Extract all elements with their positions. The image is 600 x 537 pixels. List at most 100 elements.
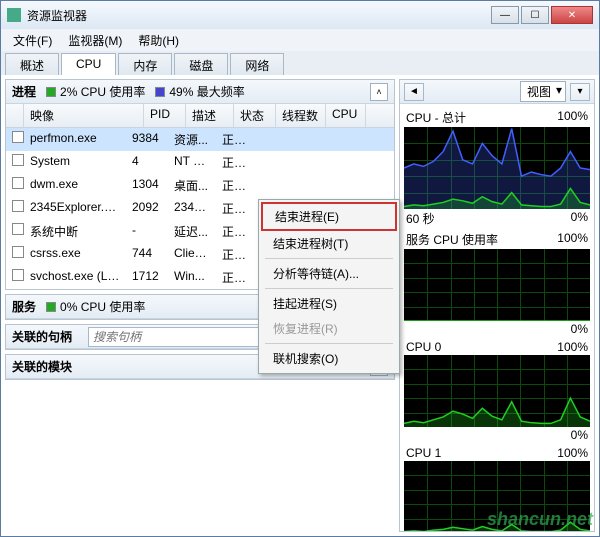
col-threads[interactable]: 线程数 — [276, 104, 326, 127]
tab-cpu[interactable]: CPU — [61, 53, 116, 75]
menu-bar: 文件(F) 监视器(M) 帮助(H) — [1, 29, 599, 51]
modules-title: 关联的模块 — [12, 358, 72, 375]
cell-status: 正在... — [216, 244, 258, 265]
col-status[interactable]: 状态 — [234, 104, 276, 127]
chart-title: 服务 CPU 使用率 — [406, 231, 498, 248]
menu-monitor[interactable]: 监视器(M) — [60, 30, 130, 51]
blue-chip-icon — [155, 87, 165, 97]
title-bar[interactable]: 资源监视器 — ☐ ✕ — [1, 1, 599, 29]
chart-block: CPU - 总计 100% 60 秒 0% — [404, 108, 590, 228]
maximize-button[interactable]: ☐ — [521, 6, 549, 24]
chart-pct: 100% — [557, 446, 588, 460]
chart-pct: 100% — [557, 231, 588, 248]
chart-sub-pct: 0% — [571, 210, 588, 227]
minimize-button[interactable]: — — [491, 6, 519, 24]
cell-desc: Clien... — [168, 244, 216, 265]
chart-block: 服务 CPU 使用率 100% 0% — [404, 230, 590, 337]
chart-pct: 100% — [557, 340, 588, 354]
checkbox[interactable] — [12, 177, 24, 189]
menu-file[interactable]: 文件(F) — [5, 30, 60, 51]
app-window: 资源监视器 — ☐ ✕ 文件(F) 监视器(M) 帮助(H) 概述 CPU 内存… — [0, 0, 600, 537]
menu-help[interactable]: 帮助(H) — [130, 30, 187, 51]
cell-pid: 9384 — [126, 129, 168, 150]
handles-title: 关联的句柄 — [12, 328, 72, 345]
cell-pid: - — [126, 221, 168, 242]
cell-desc: 资源... — [168, 129, 216, 150]
checkbox[interactable] — [12, 131, 24, 143]
chart-sub-pct: 0% — [571, 428, 588, 442]
table-row[interactable]: perfmon.exe 9384 资源... 正在... — [6, 128, 394, 151]
cell-status: 正在... — [216, 267, 258, 288]
cell-name: perfmon.exe — [24, 129, 126, 150]
context-menu: 结束进程(E) 结束进程树(T) 分析等待链(A)... 挂起进程(S) 恢复进… — [258, 199, 400, 374]
cell-pid: 744 — [126, 244, 168, 265]
chart-title: CPU 1 — [406, 446, 441, 460]
chart-title: CPU 0 — [406, 340, 441, 354]
close-button[interactable]: ✕ — [551, 6, 593, 24]
cm-resume: 恢复进程(R) — [261, 316, 397, 341]
checkbox[interactable] — [12, 200, 24, 212]
cm-end-process[interactable]: 结束进程(E) — [261, 202, 397, 231]
chart-dropdown[interactable]: ▾ — [570, 83, 590, 101]
cell-name: 系统中断 — [24, 221, 126, 242]
cell-status: 正在... — [216, 198, 258, 219]
table-row[interactable]: dwm.exe 1304 桌面... 正在... — [6, 174, 394, 197]
cell-desc: 2345... — [168, 198, 216, 219]
max-freq-label: 49% 最大频率 — [169, 83, 244, 100]
col-cpu[interactable]: CPU — [326, 104, 366, 127]
cell-desc: 延迟... — [168, 221, 216, 242]
watermark: shancun.net — [487, 509, 593, 530]
cm-end-tree[interactable]: 结束进程树(T) — [261, 231, 397, 256]
cell-name: System — [24, 152, 126, 173]
cell-status: 正在... — [216, 175, 258, 196]
chart-sub-pct: 0% — [571, 322, 588, 336]
chart-block: CPU 0 100% 0% — [404, 339, 590, 443]
checkbox[interactable] — [12, 246, 24, 258]
tab-disk[interactable]: 磁盘 — [174, 53, 228, 75]
checkbox[interactable] — [12, 154, 24, 166]
chart-title: CPU - 总计 — [406, 109, 466, 126]
cell-pid: 1712 — [126, 267, 168, 288]
cm-search-online[interactable]: 联机搜索(O) — [261, 346, 397, 371]
service-title: 服务 — [12, 298, 36, 315]
app-icon — [7, 8, 21, 22]
col-image[interactable]: 映像 — [24, 104, 144, 127]
chart-canvas — [404, 127, 590, 209]
cell-desc: Win... — [168, 267, 216, 288]
green-chip-icon — [46, 87, 56, 97]
cell-pid: 1304 — [126, 175, 168, 196]
cell-name: 2345Explorer.exe — [24, 198, 126, 219]
tab-bar: 概述 CPU 内存 磁盘 网络 — [1, 51, 599, 75]
checkbox[interactable] — [12, 223, 24, 235]
service-cpu-label: 0% CPU 使用率 — [60, 298, 145, 315]
col-pid[interactable]: PID — [144, 104, 186, 127]
checkbox[interactable] — [12, 269, 24, 281]
cm-analyze-wait[interactable]: 分析等待链(A)... — [261, 261, 397, 286]
green-chip-icon — [46, 302, 56, 312]
window-title: 资源监视器 — [27, 7, 491, 24]
col-desc[interactable]: 描述 — [186, 104, 234, 127]
cm-suspend[interactable]: 挂起进程(S) — [261, 291, 397, 316]
chart-pct: 100% — [557, 109, 588, 126]
tab-memory[interactable]: 内存 — [118, 53, 172, 75]
cell-desc: 桌面... — [168, 175, 216, 196]
cell-status: 正在... — [216, 152, 258, 173]
tab-overview[interactable]: 概述 — [5, 53, 59, 75]
collapse-process-button[interactable]: ˄ — [370, 83, 388, 101]
cell-name: csrss.exe — [24, 244, 126, 265]
chart-canvas — [404, 355, 590, 427]
tab-network[interactable]: 网络 — [230, 53, 284, 75]
chart-pane: ◄ 视图 ▾ CPU - 总计 100% 60 秒 0% 服务 CPU 使用率 100% 0… — [399, 79, 595, 532]
view-select[interactable]: 视图 — [520, 81, 566, 102]
cpu-usage-label: 2% CPU 使用率 — [60, 83, 145, 100]
cell-name: dwm.exe — [24, 175, 126, 196]
cell-pid: 2092 — [126, 198, 168, 219]
chart-canvas — [404, 249, 590, 321]
process-title: 进程 — [12, 83, 36, 100]
chart-nav-left[interactable]: ◄ — [404, 83, 424, 101]
chart-sub: 60 秒 — [406, 210, 435, 227]
table-row[interactable]: System 4 NT K... 正在... — [6, 151, 394, 174]
cell-desc: NT K... — [168, 152, 216, 173]
cell-status: 正在... — [216, 221, 258, 242]
cell-pid: 4 — [126, 152, 168, 173]
